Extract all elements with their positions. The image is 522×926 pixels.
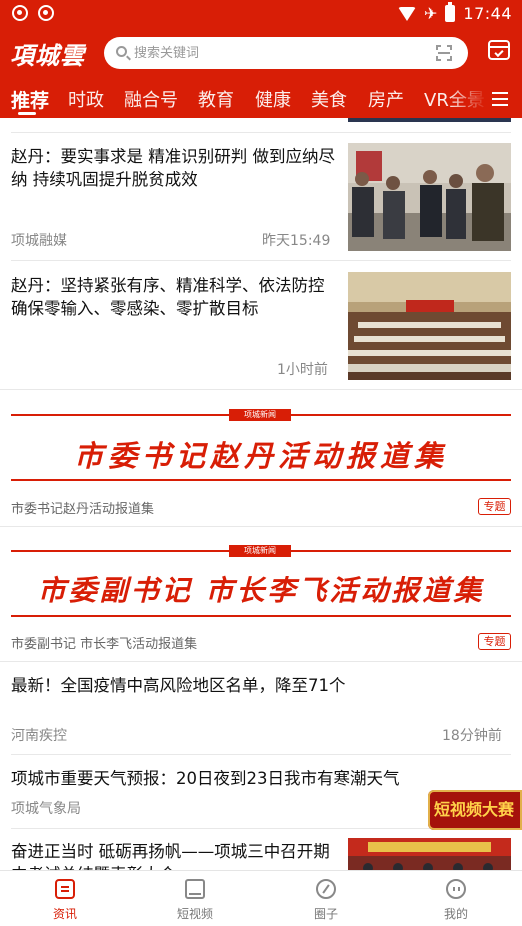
tab-health[interactable]: 健康 (255, 86, 291, 112)
notification-icon (38, 5, 54, 21)
article-thumbnail[interactable] (348, 143, 511, 251)
video-icon (185, 879, 205, 899)
short-video-contest-float-button[interactable]: 短视频大赛 (428, 790, 522, 830)
article-thumbnail[interactable] (348, 272, 511, 380)
banner-tag: 项城新闻 (229, 409, 291, 421)
news-icon (55, 879, 75, 899)
article-thumbnail[interactable] (348, 838, 511, 870)
tab-food[interactable]: 美食 (311, 86, 347, 112)
divider (11, 132, 511, 133)
article-source: 项城气象局 (11, 801, 81, 817)
banner-title: 市委书记赵丹活动报道集 (73, 439, 448, 473)
article-title[interactable]: 奋进正当时 砥砺再扬帆——项城三中召开期中考试总结暨表彰大会 (11, 840, 337, 870)
nav-mine[interactable]: 我的 (411, 871, 501, 926)
compass-icon (316, 879, 336, 899)
article-title[interactable]: 赵丹：坚持紧张有序、精准科学、依法防控 确保零输入、零感染、零扩散目标 (11, 274, 337, 320)
app-logo: 項城雲 (10, 41, 85, 70)
article-title[interactable]: 最新！全国疫情中高风险地区名单，降至71个 (11, 674, 511, 697)
nav-news[interactable]: 资讯 (20, 871, 110, 926)
nav-label: 短视频 (176, 907, 213, 921)
article-thumbnail[interactable] (348, 118, 511, 122)
calendar-checkin-icon[interactable] (488, 40, 510, 60)
tabs-fade (448, 82, 488, 116)
tab-politics[interactable]: 时政 (68, 86, 104, 112)
divider (0, 661, 522, 662)
topic-banner[interactable]: 项城新闻 市委副书记 市长李飞活动报道集 (11, 541, 511, 626)
nav-label: 圈子 (313, 907, 338, 921)
article-time: 昨天15:49 (262, 233, 331, 249)
status-time: 17:44 (463, 4, 512, 23)
airplane-icon: ✈ (423, 3, 438, 23)
banner-rule (11, 479, 511, 481)
tab-recommend[interactable]: 推荐 (11, 86, 49, 113)
search-icon (116, 46, 127, 57)
status-bar: ✈ 17:44 (0, 0, 522, 30)
notification-icons (12, 5, 54, 21)
article-time: 18分钟前 (442, 728, 502, 744)
notification-icon (12, 5, 28, 21)
topic-badge: 专题 (478, 498, 511, 515)
system-icons: ✈ 17:44 (397, 2, 512, 23)
news-feed[interactable]: 赵丹：要实事求是 精准识别研判 做到应纳尽纳 持续巩固提升脱贫成效 项城融媒 昨… (0, 118, 522, 870)
topic-caption: 市委副书记 市长李飞活动报道集 (11, 637, 198, 652)
search-row: 項城雲 (0, 34, 522, 72)
topic-caption: 市委书记赵丹活动报道集 (11, 502, 155, 517)
nav-short-video[interactable]: 短视频 (150, 871, 240, 926)
bottom-navigation: 资讯 短视频 圈子 我的 (0, 870, 522, 926)
battery-icon (445, 2, 456, 22)
profile-icon (446, 879, 466, 899)
tab-media-accounts[interactable]: 融合号 (124, 86, 178, 112)
article-title[interactable]: 项城市重要天气预报：20日夜到23日我市有寒潮天气 (11, 767, 511, 790)
article-source: 河南疾控 (11, 728, 67, 744)
nav-label: 资讯 (52, 907, 77, 921)
topic-badge: 专题 (478, 633, 511, 650)
tab-real-estate[interactable]: 房产 (368, 86, 404, 112)
nav-circle[interactable]: 圈子 (281, 871, 371, 926)
divider (11, 260, 511, 261)
nav-label: 我的 (443, 907, 468, 921)
scan-icon[interactable] (436, 45, 452, 61)
officials-visit-photo (348, 143, 511, 251)
school-event-photo (348, 838, 511, 870)
meeting-hall-photo (348, 272, 511, 380)
banner-tag: 项城新闻 (229, 545, 291, 557)
active-tab-indicator (18, 112, 36, 115)
divider (0, 526, 522, 527)
wifi-icon (397, 6, 416, 21)
search-box[interactable] (104, 37, 468, 69)
divider (11, 754, 511, 755)
article-time: 1小时前 (277, 362, 328, 378)
banner-rule (11, 615, 511, 617)
article-source: 项城融媒 (11, 233, 67, 249)
tab-education[interactable]: 教育 (198, 86, 234, 112)
article-title[interactable]: 赵丹：要实事求是 精准识别研判 做到应纳尽纳 持续巩固提升脱贫成效 (11, 145, 337, 191)
channel-tabs: 推荐 时政 融合号 教育 健康 美食 房产 VR全景 (0, 82, 522, 116)
topic-banner[interactable]: 项城新闻 市委书记赵丹活动报道集 (11, 405, 511, 490)
banner-title: 市委副书记 市长李飞活动报道集 (37, 574, 485, 607)
menu-icon[interactable] (492, 92, 508, 106)
divider (0, 389, 522, 390)
app-header: ✈ 17:44 項城雲 推荐 时政 融合号 教育 健康 美食 房产 VR全景 (0, 0, 522, 118)
search-input[interactable] (134, 43, 414, 63)
